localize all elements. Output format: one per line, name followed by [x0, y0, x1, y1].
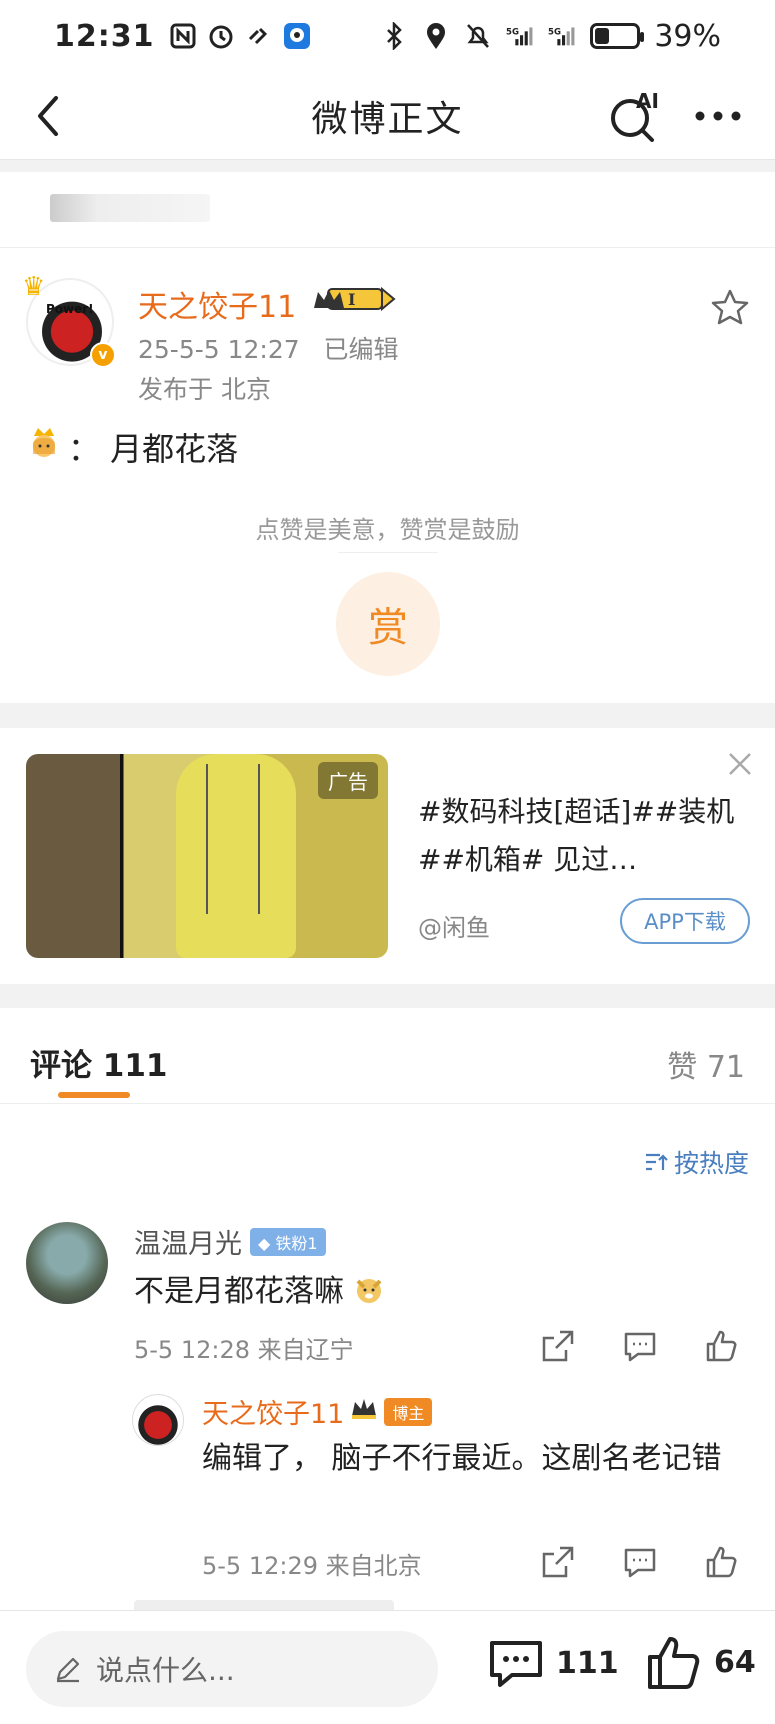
status-bar: 12:31 5G 5G 39%: [0, 0, 775, 72]
next-comment-peek: [134, 1600, 394, 1610]
commenter-name[interactable]: 温温月光: [134, 1222, 242, 1261]
status-time: 12:31: [54, 18, 155, 54]
doge-emoji-icon: [354, 1274, 384, 1309]
share-icon[interactable]: [540, 1328, 576, 1364]
ad-image[interactable]: 广告: [26, 754, 388, 958]
comment-count-button[interactable]: 111: [488, 1637, 619, 1689]
post-edited[interactable]: 已编辑: [324, 335, 399, 364]
favorite-star-icon[interactable]: [710, 288, 750, 328]
battery-percent: 39%: [654, 18, 721, 54]
close-icon[interactable]: [726, 750, 754, 778]
signal-5g-icon-2: 5G: [548, 22, 576, 50]
author-avatar[interactable]: Power! ♛ v: [22, 272, 116, 368]
battery-icon: [590, 23, 645, 49]
reply-icon[interactable]: [622, 1544, 658, 1580]
svg-text:5G: 5G: [506, 27, 519, 37]
ad-card[interactable]: 广告 #数码科技[超话]##装机##机箱# 见过… @闲鱼 APP下载: [0, 728, 775, 984]
reply-author-name[interactable]: 天之饺子11: [202, 1392, 344, 1431]
post-time: 25-5-5 12:27: [138, 335, 300, 364]
avatar-text: Power!: [46, 302, 94, 316]
ad-tag: 广告: [318, 762, 378, 799]
comment-text: 不是月都花落嘛: [134, 1266, 384, 1310]
comment-actions: [540, 1328, 740, 1364]
post-content: ： 月都花落: [28, 424, 238, 470]
post-card: Power! ♛ v 天之饺子11 I 25-5-5 12:27 已编辑 发布于…: [0, 248, 775, 703]
bluetooth-icon: [380, 22, 408, 50]
ai-search-icon[interactable]: AI: [606, 86, 666, 146]
author-name[interactable]: 天之饺子11: [138, 282, 296, 326]
like-count: 64: [714, 1644, 756, 1680]
comment-meta: 5-5 12:28 来自辽宁: [134, 1336, 354, 1364]
app-notification-icon: [283, 22, 311, 50]
sort-button[interactable]: 按热度: [644, 1144, 749, 1180]
princess-emoji-icon: [28, 426, 60, 468]
like-count-button[interactable]: 64: [646, 1633, 756, 1691]
nfc-icon: [169, 22, 197, 50]
alarm-icon: [207, 22, 235, 50]
post-location: 发布于 北京: [138, 375, 271, 404]
crown-icon: ♛: [22, 272, 46, 302]
pencil-icon: [56, 1657, 80, 1683]
reply-icon[interactable]: [622, 1328, 658, 1364]
redacted-content: [50, 194, 210, 222]
verified-badge-icon: v: [90, 342, 116, 368]
comments-header: 评论 111 赞 71: [0, 1008, 775, 1104]
blogger-badge: 博主: [384, 1397, 433, 1426]
reply-avatar[interactable]: [132, 1394, 184, 1446]
sort-icon: [645, 1153, 668, 1171]
location-icon: [422, 22, 450, 50]
tab-comments[interactable]: 评论 111: [30, 1040, 168, 1085]
comment-count: 111: [556, 1645, 619, 1681]
sort-label: 按热度: [673, 1149, 749, 1178]
back-arrow-icon[interactable]: [26, 90, 78, 142]
like-icon[interactable]: [704, 1544, 740, 1580]
comment-input-placeholder: 说点什么...: [96, 1654, 235, 1687]
status-right-icons: 5G 5G 39%: [380, 19, 721, 54]
svg-text:5G: 5G: [548, 27, 561, 37]
level-text: I: [348, 290, 355, 309]
redacted-header: [0, 172, 775, 248]
reply-meta: 5-5 12:29 来自北京: [202, 1552, 422, 1580]
share-icon[interactable]: [540, 1544, 576, 1580]
commenter-name-row: 温温月光 ◆ 铁粉1: [134, 1222, 326, 1261]
reply-name-row: 天之饺子11 博主: [202, 1392, 433, 1431]
thumbs-up-icon: [648, 1637, 700, 1689]
reward-hint: 点赞是美意，赞赏是鼓励: [255, 516, 520, 544]
signal-5g-icon: 5G: [506, 22, 534, 50]
bottom-bar: 说点什么... 111 64: [0, 1610, 775, 1724]
reply-actions: [540, 1544, 740, 1580]
ai-label: AI: [636, 89, 659, 113]
fan-badge: ◆ 铁粉1: [250, 1227, 326, 1256]
status-left-icons: [169, 22, 311, 50]
reply-text: 编辑了， 脑子不行最近。这剧名老记错: [202, 1441, 722, 1476]
comment-input[interactable]: 说点什么...: [26, 1631, 438, 1707]
ad-title[interactable]: #数码科技[超话]##装机##机箱# 见过…: [418, 788, 738, 884]
member-level-badge: I: [312, 284, 398, 314]
comment-list: 按热度 温温月光 ◆ 铁粉1 不是月都花落嘛 5-5 12:28 来自辽宁 天之…: [0, 1104, 775, 1610]
post-meta: 25-5-5 12:27 已编辑: [138, 330, 399, 366]
tab-underline: [58, 1092, 130, 1098]
page-title: 微博正文: [311, 98, 464, 140]
post-text: ： 月都花落: [68, 430, 239, 468]
crown-icon: [350, 1396, 378, 1427]
nav-bar: 微博正文 AI: [0, 72, 775, 160]
like-icon[interactable]: [704, 1328, 740, 1364]
app-download-button[interactable]: APP下载: [620, 898, 750, 944]
commenter-avatar[interactable]: [26, 1222, 108, 1304]
ad-source: @闲鱼: [418, 914, 490, 942]
reward-button[interactable]: 赏: [336, 572, 440, 676]
reward-divider: [338, 552, 438, 553]
link-icon: [245, 22, 273, 50]
tab-likes[interactable]: 赞 71: [667, 1042, 745, 1086]
more-options-icon[interactable]: [690, 92, 746, 140]
mute-icon: [464, 22, 492, 50]
section-gap: [0, 160, 775, 172]
comment-icon: [490, 1641, 542, 1687]
